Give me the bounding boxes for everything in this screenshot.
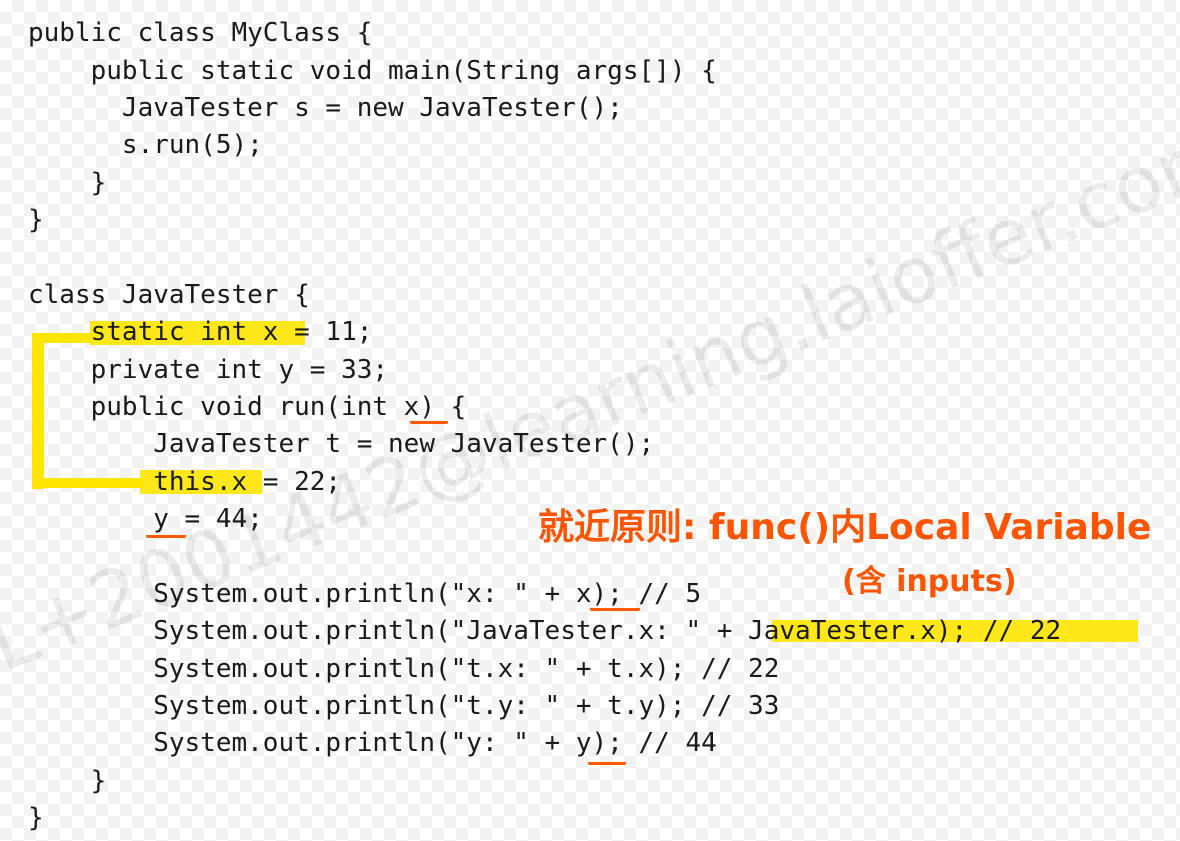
annotation-principle: 就近原则: func()内Local Variable [538,507,1152,548]
code-line: y = 44; [28,504,263,534]
code-line: } [28,803,44,833]
code-line: this.x = 22; [28,467,342,497]
code-block: public class MyClass { public static voi… [0,0,1180,841]
code-line: private int y = 33; [28,355,389,385]
code-line: System.out.println("y: " + y); // 44 [28,728,717,758]
code-line: public class MyClass { [28,18,373,48]
code-line: JavaTester s = new JavaTester(); [28,93,623,123]
annotation-inputs: (含 inputs) [842,564,1017,599]
code-line: System.out.println("t.y: " + t.y); // 33 [28,691,780,721]
code-line: public static void main(String args[]) { [28,56,717,86]
code-line: } [28,168,107,198]
code-line: } [28,766,107,796]
code-line: JavaTester t = new JavaTester(); [28,429,655,459]
code-line: System.out.println("JavaTester.x: " + Ja… [28,616,1062,646]
code-line: s.run(5); [28,130,263,160]
code-line: } [28,205,44,235]
code-line: System.out.println("x: " + x); // 5 [28,579,702,609]
code-line: class JavaTester { [28,280,310,310]
code-line: public void run(int x) { [28,392,467,422]
code-line: static int x = 11; [28,317,373,347]
code-line: System.out.println("t.x: " + t.x); // 22 [28,654,780,684]
